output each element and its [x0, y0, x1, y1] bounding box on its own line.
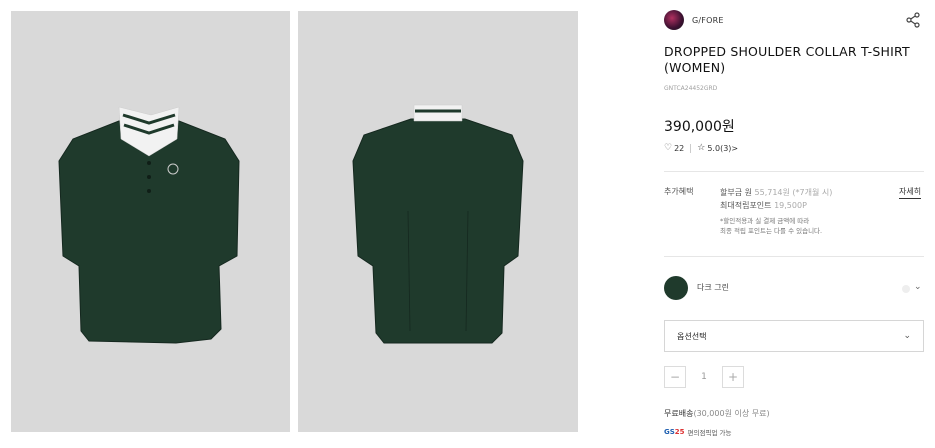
gs-pickup-row: GS25 편의점픽업 가능	[664, 427, 731, 437]
gs25-logo: GS25	[664, 428, 685, 436]
heart-icon[interactable]: ♡	[664, 143, 672, 153]
quantity-decrease-button[interactable]: −	[664, 366, 686, 388]
rating-value[interactable]: 5.0	[707, 144, 720, 153]
stats-divider	[690, 143, 692, 153]
product-price: 390,000원	[664, 119, 735, 135]
installment-prefix: 할부금 원	[720, 188, 752, 197]
share-icon[interactable]	[905, 12, 921, 28]
gs-pickup-text: 편의점픽업 가능	[687, 429, 732, 437]
shipping-info: 무료배송(30,000원 이상 무료)	[664, 408, 770, 419]
benefit-lines: 할부금 원 55,714원 (*7개월 시) 최대적립포인트 19,500P	[720, 186, 832, 212]
brand-logo	[664, 10, 684, 30]
points-value: 19,500P	[774, 201, 807, 210]
product-image-back[interactable]	[298, 11, 578, 432]
color-indicator-dot	[902, 285, 910, 293]
shipping-label: 무료배송	[664, 409, 694, 418]
benefit-note-1: *할인적용과 실 결제 금액에 따라	[720, 217, 810, 225]
quantity-stepper: − 1 +	[664, 366, 744, 388]
shirt-front-illustration	[58, 106, 240, 344]
review-count[interactable]: (3)	[720, 144, 731, 153]
shipping-threshold: (30,000원 이상 무료)	[693, 409, 770, 418]
star-icon: ☆	[697, 143, 706, 153]
product-image-front[interactable]	[11, 11, 290, 432]
benefit-detail-link[interactable]: 자세히	[899, 186, 922, 199]
like-count: 22	[674, 143, 685, 153]
option-select[interactable]: 옵션선택 ⌄	[664, 320, 924, 352]
quantity-value[interactable]: 1	[686, 372, 722, 382]
color-swatch-dark-green[interactable]	[664, 276, 688, 300]
quantity-increase-button[interactable]: +	[722, 366, 744, 388]
brand-name: G/FORE	[692, 15, 724, 25]
benefit-notes: *할인적용과 실 결제 금액에 따라 최종 적립 포인트는 다를 수 있습니다.	[720, 216, 822, 236]
divider	[664, 171, 924, 172]
brand-link[interactable]: G/FORE	[664, 10, 724, 30]
product-title: DROPPED SHOULDER COLLAR T-SHIRT (WOMEN)	[664, 44, 910, 75]
installment-value: 55,714원 (*7개월 시)	[754, 188, 833, 197]
benefit-note-2: 최종 적립 포인트는 다를 수 있습니다.	[720, 227, 823, 235]
product-code: GNTCA24452GRD	[664, 85, 718, 92]
points-label: 최대적립포인트	[720, 201, 772, 210]
color-name: 다크 그린	[697, 283, 729, 292]
divider	[664, 256, 924, 257]
chevron-down-icon: ⌄	[903, 331, 911, 341]
option-select-label: 옵션선택	[677, 331, 707, 341]
benefit-label: 추가혜택	[664, 187, 694, 196]
shirt-back-illustration	[352, 104, 524, 344]
chevron-down-icon[interactable]: ⌄	[914, 282, 922, 292]
product-stats: ♡ 22 ☆ 5.0 (3) >	[664, 143, 738, 153]
rating-chevron[interactable]: >	[731, 144, 738, 153]
